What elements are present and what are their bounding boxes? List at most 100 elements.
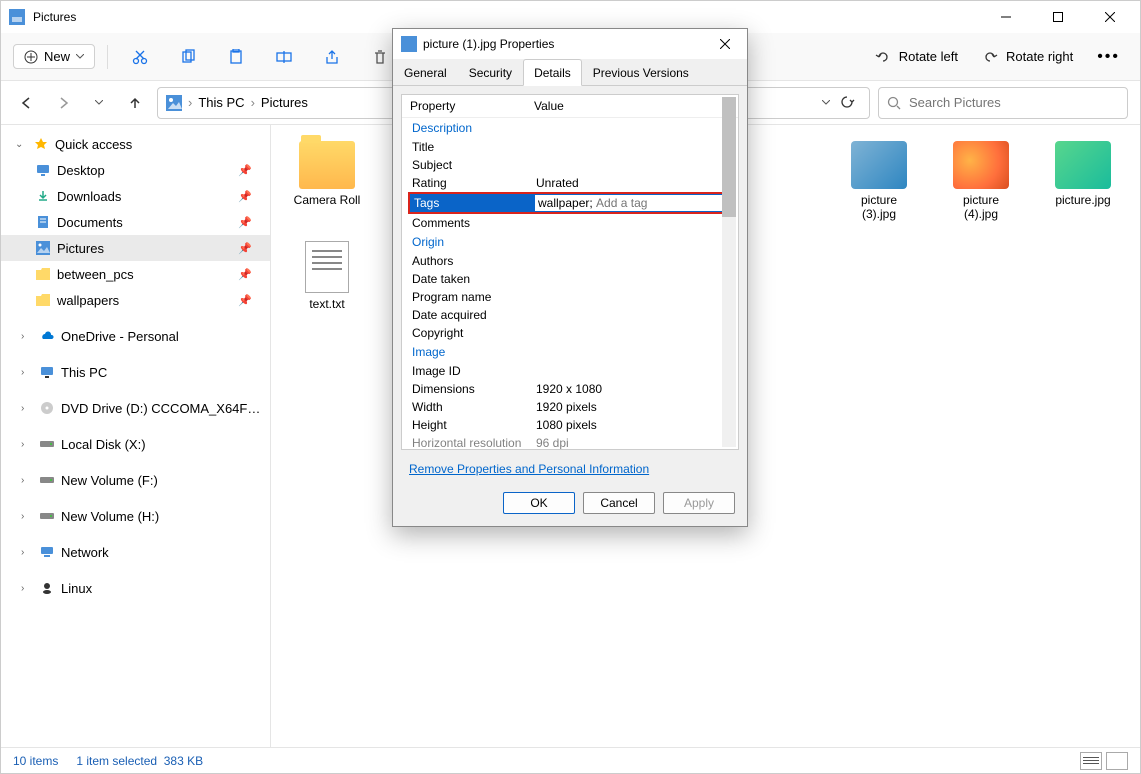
prop-subject[interactable]: Subject (412, 158, 536, 172)
sidebar-item-wallpapers[interactable]: wallpapers📌 (1, 287, 270, 313)
col-property: Property (410, 99, 534, 113)
dialog-close-button[interactable] (711, 30, 739, 58)
rotate-right-button[interactable]: Rotate right (974, 45, 1081, 69)
prop-copyright[interactable]: Copyright (412, 326, 536, 340)
details-view-button[interactable] (1080, 752, 1102, 770)
file-picture[interactable]: picture.jpg (1047, 141, 1119, 221)
apply-button[interactable]: Apply (663, 492, 735, 514)
tags-input[interactable] (596, 196, 726, 210)
file-picture-4[interactable]: picture (4).jpg (945, 141, 1017, 221)
tab-details[interactable]: Details (523, 59, 582, 86)
disc-icon (39, 400, 55, 416)
close-button[interactable] (1096, 3, 1124, 31)
share-button[interactable] (312, 41, 352, 73)
pin-icon: 📌 (238, 268, 252, 281)
status-size: 383 KB (164, 754, 203, 768)
crumb-thispc[interactable]: This PC (198, 95, 244, 110)
new-button[interactable]: New (13, 44, 95, 69)
prop-comments[interactable]: Comments (412, 216, 536, 230)
cut-button[interactable] (120, 41, 160, 73)
sidebar-item-downloads[interactable]: Downloads📌 (1, 183, 270, 209)
col-value: Value (534, 99, 564, 113)
prop-dimensions[interactable]: Dimensions (412, 382, 536, 396)
rotate-left-icon (875, 49, 891, 65)
prop-rating[interactable]: Rating (412, 176, 536, 190)
pin-icon: 📌 (238, 216, 252, 229)
tab-general[interactable]: General (393, 59, 458, 85)
pin-icon: 📌 (238, 164, 252, 177)
prop-date-acquired[interactable]: Date acquired (412, 308, 536, 322)
sidebar-item-pictures[interactable]: Pictures📌 (1, 235, 270, 261)
download-icon (35, 188, 51, 204)
dialog-tabs: General Security Details Previous Versio… (393, 59, 747, 86)
sidebar-onedrive[interactable]: ›OneDrive - Personal (1, 323, 270, 349)
search-input[interactable] (909, 95, 1119, 110)
folder-camera-roll[interactable]: Camera Roll (291, 141, 363, 221)
pictures-icon (166, 95, 182, 111)
sidebar-item-between-pcs[interactable]: between_pcs📌 (1, 261, 270, 287)
back-button[interactable] (13, 89, 41, 117)
prop-authors[interactable]: Authors (412, 254, 536, 268)
icons-view-button[interactable] (1106, 752, 1128, 770)
sidebar-linux[interactable]: ›Linux (1, 575, 270, 601)
prop-hres[interactable]: Horizontal resolution (412, 436, 536, 450)
app-icon (9, 9, 25, 25)
sidebar-network[interactable]: ›Network (1, 539, 270, 565)
sidebar-volf[interactable]: ›New Volume (F:) (1, 467, 270, 493)
quick-access[interactable]: ⌄ Quick access (1, 131, 270, 157)
chevron-down-icon[interactable] (822, 100, 830, 105)
image-thumbnail (851, 141, 907, 189)
tags-value: wallpaper; (538, 196, 593, 210)
file-text[interactable]: text.txt (291, 241, 363, 311)
drive-icon (39, 472, 55, 488)
rotate-left-button[interactable]: Rotate left (867, 45, 966, 69)
new-label: New (44, 49, 70, 64)
more-button[interactable]: ••• (1089, 44, 1128, 70)
sidebar-item-documents[interactable]: Documents📌 (1, 209, 270, 235)
prop-program-name[interactable]: Program name (412, 290, 536, 304)
up-button[interactable] (121, 89, 149, 117)
crumb-pictures[interactable]: Pictures (261, 95, 308, 110)
document-icon (35, 214, 51, 230)
chevron-down-icon (76, 54, 84, 59)
folder-icon (35, 266, 51, 282)
prop-height[interactable]: Height (412, 418, 536, 432)
sidebar-thispc[interactable]: ›This PC (1, 359, 270, 385)
prop-title[interactable]: Title (412, 140, 536, 154)
cancel-button[interactable]: Cancel (583, 492, 655, 514)
image-icon (401, 36, 417, 52)
properties-list: PropertyValue Description Title Subject … (401, 94, 739, 450)
file-picture-3[interactable]: picture (3).jpg (843, 141, 915, 221)
prop-width[interactable]: Width (412, 400, 536, 414)
prop-tags-row[interactable]: Tags wallpaper; (408, 192, 732, 214)
prop-image-id[interactable]: Image ID (412, 364, 536, 378)
window-title: Pictures (33, 10, 76, 24)
statusbar: 10 items 1 item selected 383 KB (1, 747, 1140, 773)
sidebar-item-desktop[interactable]: Desktop📌 (1, 157, 270, 183)
scroll-thumb[interactable] (722, 97, 736, 217)
ok-button[interactable]: OK (503, 492, 575, 514)
dialog-title: picture (1).jpg Properties (423, 37, 554, 51)
forward-button[interactable] (49, 89, 77, 117)
tab-previous-versions[interactable]: Previous Versions (582, 59, 700, 85)
tab-security[interactable]: Security (458, 59, 523, 85)
rename-button[interactable] (264, 41, 304, 73)
sidebar-dvd[interactable]: ›DVD Drive (D:) CCCOMA_X64FRE_EN-US (1, 395, 270, 421)
paste-button[interactable] (216, 41, 256, 73)
section-description: Description (402, 118, 738, 138)
search-box[interactable] (878, 87, 1128, 119)
recent-dropdown[interactable] (85, 89, 113, 117)
maximize-button[interactable] (1044, 3, 1072, 31)
refresh-icon[interactable] (840, 95, 855, 110)
copy-button[interactable] (168, 41, 208, 73)
pin-icon: 📌 (238, 242, 252, 255)
remove-properties-link[interactable]: Remove Properties and Personal Informati… (393, 458, 747, 484)
section-image: Image (402, 342, 738, 362)
scrollbar[interactable] (722, 97, 736, 447)
rotate-right-icon (982, 49, 998, 65)
minimize-button[interactable] (992, 3, 1020, 31)
sidebar-volh[interactable]: ›New Volume (H:) (1, 503, 270, 529)
sidebar-localx[interactable]: ›Local Disk (X:) (1, 431, 270, 457)
text-file-icon (305, 241, 349, 293)
prop-date-taken[interactable]: Date taken (412, 272, 536, 286)
